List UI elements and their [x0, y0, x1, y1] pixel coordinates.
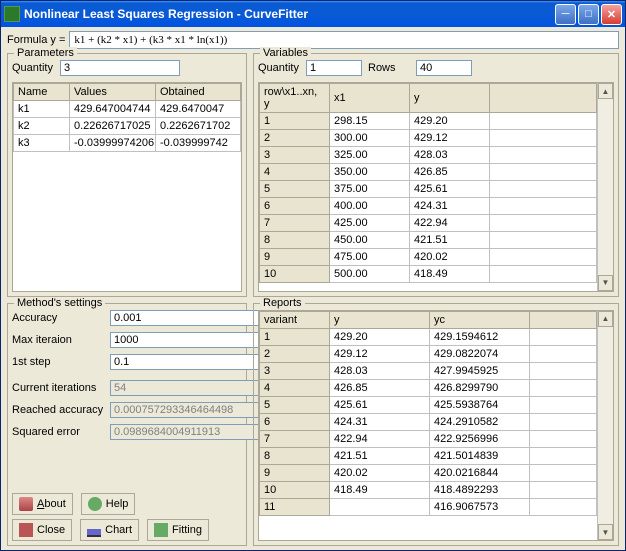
- chart-icon: [87, 523, 101, 537]
- close-icon: [19, 523, 33, 537]
- curiter-output: [110, 380, 260, 396]
- maximize-button[interactable]: □: [578, 4, 599, 25]
- methods-title: Method's settings: [14, 297, 105, 309]
- parameters-title: Parameters: [14, 47, 77, 59]
- reports-table[interactable]: variant y yc 1429.20429.1594612 2429.124…: [259, 311, 597, 516]
- variables-table[interactable]: row\x1..xn, y x1 y 1298.15429.20 2300.00…: [259, 83, 597, 283]
- param-qty-label: Quantity: [12, 62, 54, 74]
- sqerr-label: Squared error: [12, 426, 104, 438]
- scroll-down-icon[interactable]: ▼: [598, 524, 613, 540]
- rep-header-yc[interactable]: yc: [430, 311, 530, 328]
- accuracy-label: Accuracy: [12, 312, 104, 324]
- close-button[interactable]: Close: [12, 519, 72, 541]
- about-button[interactable]: About: [12, 493, 73, 515]
- param-header-obtained[interactable]: Obtained: [156, 84, 241, 101]
- scroll-up-icon[interactable]: ▲: [598, 311, 613, 327]
- window-title: Nonlinear Least Squares Regression - Cur…: [24, 7, 555, 21]
- help-icon: [88, 497, 102, 511]
- parameters-table-wrap: Name Values Obtained k1429.647004744429.…: [12, 82, 242, 292]
- app-window: Nonlinear Least Squares Regression - Cur…: [0, 0, 626, 551]
- step-label: 1st step: [12, 356, 104, 368]
- reached-label: Reached accuracy: [12, 404, 104, 416]
- rep-header-blank: [530, 311, 597, 328]
- param-header-values[interactable]: Values: [70, 84, 156, 101]
- rep-header-y[interactable]: y: [330, 311, 430, 328]
- fitting-icon: [154, 523, 168, 537]
- rep-header-variant[interactable]: variant: [260, 311, 330, 328]
- param-header-name[interactable]: Name: [14, 84, 70, 101]
- var-header-y[interactable]: y: [410, 84, 490, 113]
- var-rows-input[interactable]: [416, 60, 472, 76]
- fitting-button[interactable]: Fitting: [147, 519, 209, 541]
- scroll-up-icon[interactable]: ▲: [598, 83, 613, 99]
- variables-scrollbar[interactable]: ▲ ▼: [597, 83, 613, 291]
- close-window-button[interactable]: ✕: [601, 4, 622, 25]
- titlebar[interactable]: Nonlinear Least Squares Regression - Cur…: [1, 1, 625, 27]
- var-rows-label: Rows: [368, 62, 410, 74]
- minimize-button[interactable]: ─: [555, 4, 576, 25]
- formula-input[interactable]: [69, 31, 619, 49]
- chart-button[interactable]: Chart: [80, 519, 139, 541]
- accuracy-input[interactable]: [110, 310, 260, 326]
- var-qty-label: Quantity: [258, 62, 300, 74]
- formula-label: Formula y =: [7, 34, 65, 46]
- variables-panel: Variables Quantity Rows row\x1..xn, y x1: [253, 53, 619, 297]
- step-input[interactable]: [110, 354, 260, 370]
- about-icon: [19, 497, 33, 511]
- variables-table-wrap: row\x1..xn, y x1 y 1298.15429.20 2300.00…: [258, 82, 614, 292]
- methods-panel: Method's settings Accuracy Max iteraion …: [7, 303, 247, 547]
- reports-panel: Reports variant y yc 1429.20429.1594612: [253, 303, 619, 547]
- var-header-blank: [490, 84, 597, 113]
- app-icon: [4, 6, 20, 22]
- maxiter-input[interactable]: [110, 332, 260, 348]
- var-header-x1[interactable]: x1: [330, 84, 410, 113]
- variables-title: Variables: [260, 47, 311, 59]
- var-header-row[interactable]: row\x1..xn, y: [260, 84, 330, 113]
- reached-output: [110, 402, 260, 418]
- parameters-panel: Parameters Quantity Name Values Obtained: [7, 53, 247, 297]
- help-button[interactable]: Help: [81, 493, 136, 515]
- var-qty-input[interactable]: [306, 60, 362, 76]
- param-qty-input[interactable]: [60, 60, 180, 76]
- reports-scrollbar[interactable]: ▲ ▼: [597, 311, 613, 541]
- curiter-label: Current iterations: [12, 382, 104, 394]
- parameters-table[interactable]: Name Values Obtained k1429.647004744429.…: [13, 83, 241, 152]
- reports-title: Reports: [260, 297, 305, 309]
- reports-table-wrap: variant y yc 1429.20429.1594612 2429.124…: [258, 310, 614, 542]
- maxiter-label: Max iteraion: [12, 334, 104, 346]
- sqerr-output: [110, 424, 260, 440]
- scroll-down-icon[interactable]: ▼: [598, 275, 613, 291]
